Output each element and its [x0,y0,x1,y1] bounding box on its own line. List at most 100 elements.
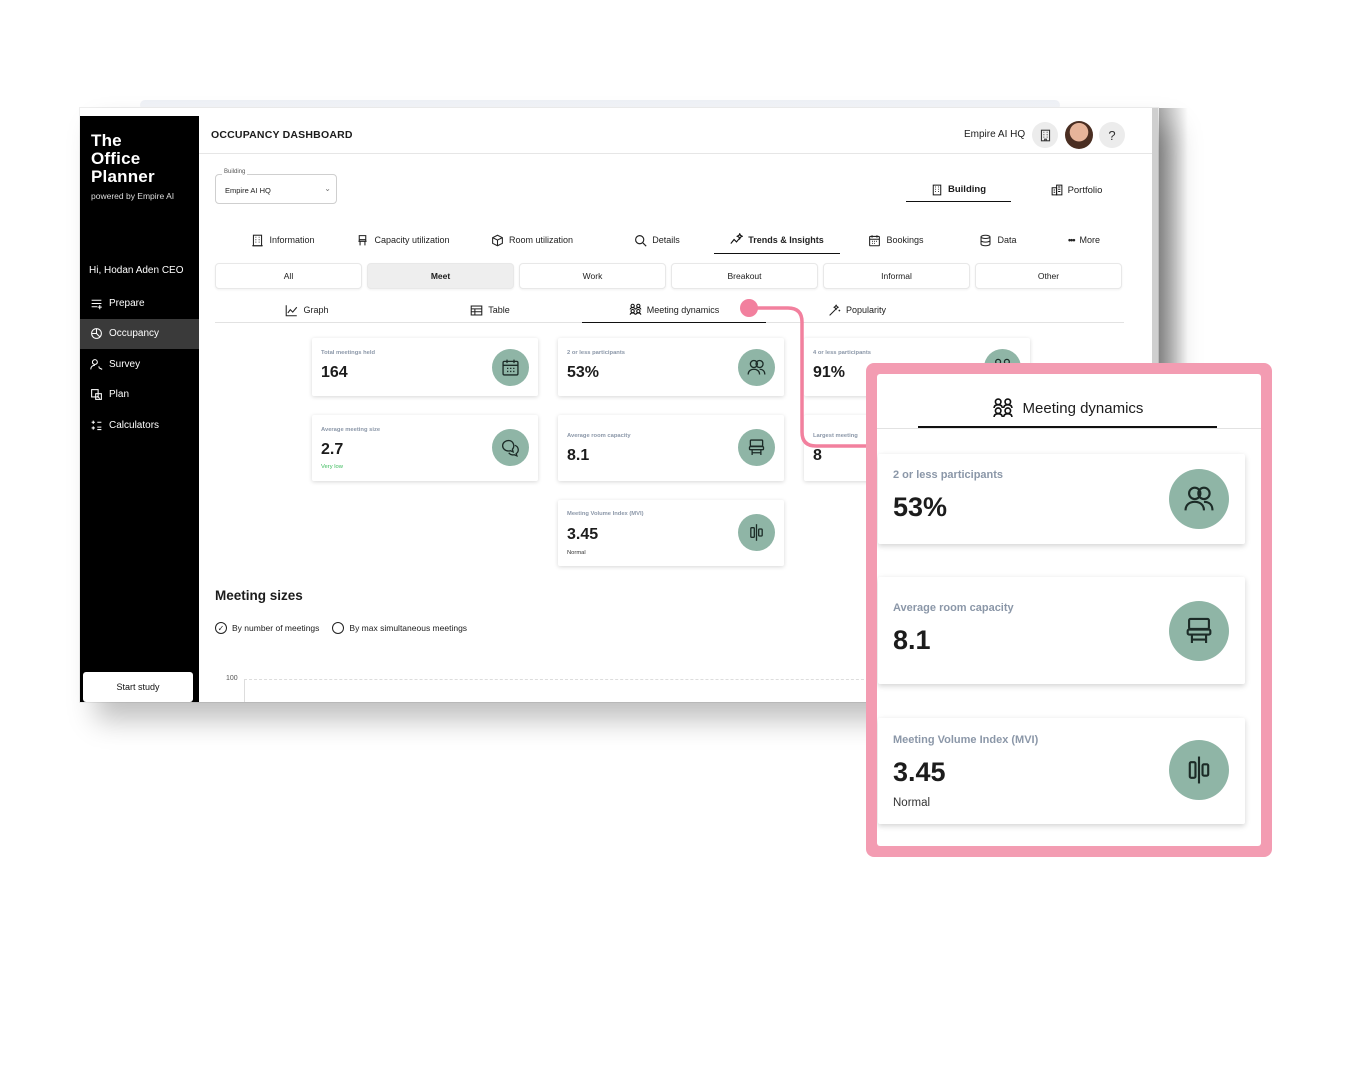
chair-icon [358,234,368,245]
space-type-informal[interactable]: Informal [823,263,970,289]
line-chart-icon [286,304,298,316]
window-shadow [1158,108,1188,363]
meeting-sizes-title: Meeting sizes [215,588,303,603]
avatar[interactable] [1065,121,1093,149]
sidebar-item-label: Prepare [109,297,145,309]
sidebar-item-prepare[interactable]: Prepare [80,288,199,319]
card-value: 3.45 [893,757,946,787]
building-switch-button[interactable] [1032,122,1058,148]
space-type-work[interactable]: Work [519,263,666,289]
tab-bookings[interactable]: Bookings [840,226,952,254]
brand-line-3: Planner [91,167,155,186]
tab-trends-insights[interactable]: Trends & Insights [714,226,840,254]
building-icon [252,234,264,246]
sidebar-item-occupancy[interactable]: Occupancy [80,318,199,349]
brand-line-1: The [91,131,122,150]
main-tabs: Information Capacity utilization Room ut… [224,226,1134,254]
card-status: Very low [321,464,343,470]
chart-gridline [244,679,884,680]
radio-empty-icon [332,622,345,634]
tab-label: Trends & Insights [748,234,824,245]
card-value: 2.7 [321,441,344,458]
floor-plan-icon [91,389,102,401]
calendar-icon [869,234,881,246]
sidebar-item-label: Occupancy [109,328,160,340]
card-value: 53% [567,364,600,381]
group-icon [629,303,642,315]
building-select[interactable]: Building Empire AI HQ ⌄ [215,169,337,204]
building-icon [932,184,942,195]
view-graph[interactable]: Graph [255,297,359,323]
tab-capacity-utilization[interactable]: Capacity utilization [342,226,464,254]
space-type-all[interactable]: All [215,263,362,289]
tab-label: Data [997,235,1017,245]
view-meeting-dynamics[interactable]: Meeting dynamics [582,297,766,323]
user-greeting: Hi, Hodan Aden CEO [89,265,184,276]
card-status: Normal [567,550,586,556]
zoom-card-mvi: Meeting Volume Index (MVI) 3.45 Normal [878,718,1245,824]
chart-y-axis [244,679,245,702]
zoom-view-meeting-dynamics[interactable]: Meeting dynamics [918,390,1217,428]
option-by-max-simultaneous[interactable]: By max simultaneous meetings [332,622,467,634]
card-label: 2 or less participants [567,350,625,356]
space-type-meet[interactable]: Meet [367,263,514,289]
card-label: Total meetings held [321,350,376,356]
chevron-down-icon: ⌄ [324,184,331,193]
option-by-number[interactable]: ✓ By number of meetings [215,622,319,634]
card-value: 53% [893,492,948,522]
sidebar-item-plan[interactable]: Plan [80,380,199,411]
two-people-icon [1169,469,1229,529]
align-center-icon [1169,740,1229,800]
tab-details[interactable]: Details [600,226,714,254]
tab-label: Details [652,235,680,245]
card-value: 8.1 [567,447,590,464]
tab-label: Information [269,235,315,245]
space-type-selector: All Meet Work Breakout Informal Other [215,263,1122,289]
option-label: By number of meetings [232,623,320,633]
tab-more[interactable]: ••• More [1044,226,1124,254]
sidebar-item-label: Plan [109,389,130,401]
scope-portfolio[interactable]: Portfolio [1024,178,1129,202]
card-label: Average room capacity [893,602,1014,614]
callout-connector [740,299,868,448]
card-total-meetings: Total meetings held 164 [312,338,538,396]
option-label: By max simultaneous meetings [349,623,468,633]
start-study-button[interactable]: Start study [83,672,193,702]
current-location[interactable]: Empire AI HQ [964,129,1025,140]
card-label: Meeting Volume Index (MVI) [567,511,644,517]
space-type-breakout[interactable]: Breakout [671,263,818,289]
building-select-value: Empire AI HQ [225,186,271,195]
tab-room-utilization[interactable]: Room utilization [464,226,600,254]
view-tabs: Graph Table Meeting dynamics Popularity [215,297,1124,323]
calculator-icon [91,420,102,430]
scope-portfolio-label: Portfolio [1067,184,1103,196]
tab-data[interactable]: Data [952,226,1044,254]
list-plus-icon [91,299,102,309]
building-select-label: Building [222,169,248,175]
tab-label: More [1079,235,1100,245]
card-avg-meeting-size: Average meeting size 2.7 Very low [312,415,538,481]
view-label: Meeting dynamics [646,304,720,315]
sidebar-nav: Prepare Occupancy Survey Plan Calculator… [80,288,199,441]
brand-logo[interactable]: The Office Planner [91,132,155,186]
scope-building-label: Building [948,184,986,195]
zoom-content: Meeting dynamics 2 or less participants … [877,374,1261,846]
stage: The Office Planner powered by Empire AI … [0,0,1350,1080]
sidebar-item-calculators[interactable]: Calculators [80,410,199,441]
help-button[interactable]: ? [1099,122,1125,148]
zoom-card-avg-room-capacity: Average room capacity 8.1 [878,577,1245,684]
top-bar: OCCUPANCY DASHBOARD Empire AI HQ ? [199,116,1152,154]
table-icon [470,305,483,315]
chat-bubbles-icon [492,429,529,466]
search-icon [635,234,647,247]
view-table[interactable]: Table [438,297,542,323]
space-type-other[interactable]: Other [975,263,1122,289]
scope-building[interactable]: Building [906,178,1011,202]
tab-information[interactable]: Information [224,226,342,254]
view-label: Graph [303,305,329,315]
database-icon [980,234,991,246]
align-center-icon [738,514,775,551]
view-label: Table [488,305,510,315]
card-label: Average meeting size [321,427,381,433]
sidebar-item-survey[interactable]: Survey [80,349,199,380]
